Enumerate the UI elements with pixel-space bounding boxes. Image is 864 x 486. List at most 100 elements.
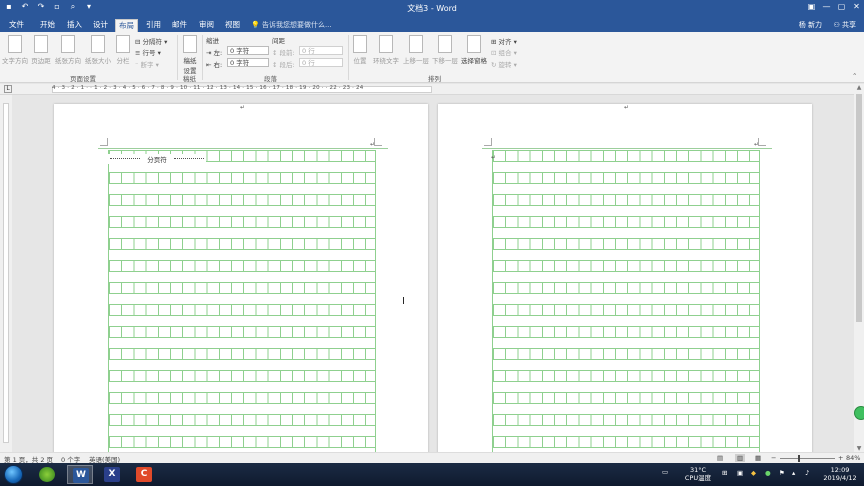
zoom-slider-thumb[interactable]: [798, 455, 800, 462]
zoom-in-icon[interactable]: +: [838, 454, 843, 462]
group-label-manuscript: 稿纸: [183, 75, 196, 83]
crop-mark: [758, 138, 766, 146]
maximize-icon[interactable]: ▢: [834, 0, 849, 14]
hyphenation-button[interactable]: ⁻ 断字 ▾: [135, 59, 159, 69]
paragraph-mark-icon: ↵: [624, 104, 630, 111]
group-label-paragraph: 段落: [264, 75, 277, 83]
ribbon: 文字方向 页边距 纸张方向 纸张大小 分栏 ⊟ 分隔符 ▾ ≡ 行号 ▾ ⁻ 断…: [0, 32, 864, 83]
floating-green-icon[interactable]: [854, 406, 864, 420]
paragraph-mark-icon: ↵: [491, 154, 497, 161]
read-mode-icon[interactable]: ▤: [717, 454, 723, 462]
crop-mark: [374, 138, 382, 146]
tray-app-icon[interactable]: ▣: [737, 469, 743, 478]
bring-forward-button[interactable]: 上移一层: [402, 35, 430, 65]
tab-view[interactable]: 视图: [222, 19, 243, 32]
share-button[interactable]: ⚇ 共享: [833, 20, 856, 30]
columns-button[interactable]: 分栏: [114, 35, 132, 65]
ribbon-tabs: 文件 开始 插入 设计 布局 引用 邮件 审阅 视图 💡 告诉我您想要做什么..…: [0, 17, 864, 32]
vertical-ruler-bar: [3, 103, 9, 443]
page-1[interactable]: 分页符 ↵ ↵: [54, 104, 428, 452]
indent-left-label: ⇥ 左:: [206, 49, 223, 57]
send-backward-button[interactable]: 下移一层: [431, 35, 459, 65]
taskbar-browser[interactable]: [34, 465, 60, 484]
zoom-out-icon[interactable]: −: [771, 454, 776, 462]
line-numbers-button[interactable]: ≡ 行号 ▾: [135, 47, 161, 57]
space-before-input[interactable]: 0 行: [299, 46, 343, 55]
minimize-icon[interactable]: —: [819, 0, 834, 14]
vertical-scrollbar[interactable]: ▲ ▼: [854, 84, 864, 452]
zoom-level[interactable]: 84%: [846, 454, 860, 462]
tray-app-icon[interactable]: ◆: [751, 469, 756, 478]
tab-selector-icon[interactable]: L: [4, 85, 12, 93]
tell-me-search[interactable]: 💡 告诉我您想要做什么...: [251, 20, 332, 30]
close-icon[interactable]: ✕: [849, 0, 864, 14]
lightbulb-icon: 💡: [251, 21, 260, 29]
indent-title: 缩进: [206, 37, 219, 45]
window-controls: ▣ — ▢ ✕: [804, 0, 864, 14]
clock[interactable]: 12:09 2019/4/12: [820, 466, 860, 482]
align-button[interactable]: ⊞ 对齐 ▾: [491, 36, 517, 46]
tab-mailings[interactable]: 邮件: [169, 19, 190, 32]
tab-home[interactable]: 开始: [37, 19, 58, 32]
tab-references[interactable]: 引用: [143, 19, 164, 32]
tab-review[interactable]: 审阅: [196, 19, 217, 32]
ribbon-display-icon[interactable]: ▣: [804, 0, 819, 14]
horizontal-ruler[interactable]: L 4 · 3 · 2 · 1 · · 1 · 2 · 3 · 4 · 5 · …: [0, 84, 864, 95]
space-after-input[interactable]: 0 行: [299, 58, 343, 67]
vertical-ruler[interactable]: [0, 95, 12, 452]
tab-layout[interactable]: 布局: [115, 19, 138, 32]
tray-flag-icon[interactable]: ⚑: [779, 469, 785, 478]
volume-icon[interactable]: ♪: [805, 469, 809, 478]
orientation-button[interactable]: 纸张方向: [54, 35, 82, 65]
scroll-up-icon[interactable]: ▲: [854, 84, 864, 91]
tab-file[interactable]: 文件: [6, 19, 27, 32]
status-bar: 第 1 页，共 2 页 0 个字 英语(美国) ▤ ▥ ▦ − + 84%: [0, 452, 864, 464]
zoom-slider[interactable]: [780, 458, 835, 459]
page-2[interactable]: ↵ ↵ ↵: [438, 104, 812, 452]
crop-mark: [484, 138, 492, 146]
windows-start-icon[interactable]: [4, 465, 23, 484]
margins-button[interactable]: 页边距: [30, 35, 52, 65]
scroll-down-icon[interactable]: ▼: [854, 445, 864, 452]
margins-icon: [34, 35, 48, 53]
tray-app-icon[interactable]: ●: [765, 469, 771, 478]
paragraph-mark-icon: ↵: [370, 141, 376, 148]
browser-icon: [39, 467, 55, 482]
selection-pane-button[interactable]: 选择窗格: [460, 35, 488, 65]
group-button[interactable]: ⊡ 组合 ▾: [491, 47, 517, 57]
window-title: 文档3 - Word: [407, 4, 457, 13]
group-separator: [202, 35, 203, 80]
selection-pane-icon: [467, 35, 481, 53]
document-area[interactable]: 分页符 ↵ ↵ ↵ ↵ ↵: [12, 95, 852, 452]
text-direction-button[interactable]: 文字方向: [2, 35, 28, 65]
person-icon: ⚇: [833, 21, 840, 29]
taskbar-app-x[interactable]: X: [99, 465, 125, 484]
collapse-ribbon-icon[interactable]: ⌃: [852, 72, 857, 80]
ruler-numbers: 4 · 3 · 2 · 1 · · 1 · 2 · 3 · 4 · 5 · 6 …: [52, 85, 364, 91]
page-break-marker: 分页符: [108, 154, 206, 164]
web-layout-icon[interactable]: ▦: [755, 454, 761, 462]
user-name[interactable]: 杨 新力: [799, 20, 822, 30]
print-layout-icon[interactable]: ▥: [735, 454, 746, 462]
indent-left-input[interactable]: 0 字符: [227, 46, 269, 55]
indent-right-input[interactable]: 0 字符: [227, 58, 269, 67]
wrap-text-button[interactable]: 环绕文字: [371, 35, 401, 65]
rotate-button[interactable]: ↻ 旋转 ▾: [491, 59, 517, 69]
paper-size-button[interactable]: 纸张大小: [84, 35, 112, 65]
tray-wifi-icon[interactable]: ▴: [792, 469, 795, 478]
breaks-button[interactable]: ⊟ 分隔符 ▾: [135, 36, 167, 46]
indent-right-label: ⇤ 右:: [206, 61, 223, 69]
position-button[interactable]: 位置: [351, 35, 369, 65]
tray-app-icon[interactable]: ⊞: [722, 469, 727, 478]
scrollbar-thumb[interactable]: [856, 94, 862, 322]
taskbar-app-c[interactable]: C: [131, 465, 157, 484]
manuscript-settings-button[interactable]: 稿纸 设置: [180, 35, 200, 75]
app-c-icon: C: [136, 467, 152, 482]
group-separator: [348, 35, 349, 80]
send-backward-icon: [438, 35, 452, 53]
tray-network-icon[interactable]: ▭: [662, 468, 668, 477]
tab-insert[interactable]: 插入: [64, 19, 85, 32]
tab-design[interactable]: 设计: [90, 19, 111, 32]
manuscript-grid: [108, 150, 376, 452]
taskbar-word[interactable]: W: [67, 465, 93, 484]
